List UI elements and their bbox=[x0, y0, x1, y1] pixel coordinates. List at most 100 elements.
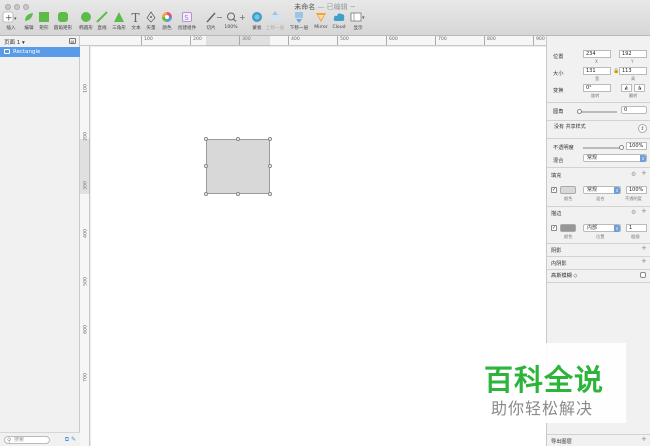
fill-blend-select[interactable]: 常规 ⇕ bbox=[583, 186, 621, 194]
layers-panel: 页面 1 ▾ ▤ Rectangle ⚲ 搜索 ⧉ ✎ bbox=[0, 36, 80, 446]
watermark: 百科全说 助你轻松解决 bbox=[470, 343, 626, 423]
ruler-selection-highlight bbox=[206, 36, 270, 46]
flip-label: 翻转 bbox=[629, 93, 638, 98]
view-menu-button[interactable]: ▾ 显示 bbox=[347, 11, 369, 33]
add-inner-shadow-plus-icon[interactable]: + bbox=[641, 257, 647, 265]
rounded-rectangle-icon bbox=[58, 12, 68, 22]
chevron-down-icon: ⇕ bbox=[640, 155, 646, 162]
add-fill-plus-icon[interactable]: + bbox=[641, 169, 647, 177]
divider bbox=[547, 102, 650, 103]
ruler-tick: 900 bbox=[533, 36, 545, 45]
border-thickness-field[interactable]: 1 bbox=[626, 224, 647, 232]
document-name: 未命名 bbox=[294, 3, 316, 11]
opacity-field[interactable]: 100% bbox=[626, 142, 647, 150]
divider bbox=[547, 282, 650, 283]
watermark-subtitle: 助你轻松解决 bbox=[491, 399, 594, 418]
mask-icon bbox=[252, 12, 262, 22]
blend-mode-select[interactable]: 常规 ⇕ bbox=[583, 154, 647, 162]
fill-color-swatch[interactable] bbox=[560, 186, 576, 194]
ruler-tick: 500 bbox=[337, 36, 349, 45]
page-selector[interactable]: 页面 1 ▾ bbox=[4, 38, 25, 46]
divider bbox=[547, 120, 650, 121]
ruler-tick: 800 bbox=[484, 36, 496, 45]
resize-handle[interactable] bbox=[236, 192, 240, 196]
export-layers-label: 导出图层 bbox=[551, 439, 572, 445]
add-export-plus-icon[interactable]: + bbox=[641, 435, 647, 443]
move-up-icon bbox=[271, 11, 279, 21]
x-position-field[interactable]: 234 bbox=[583, 50, 611, 58]
rectangle-icon bbox=[39, 12, 49, 22]
opacity-knob[interactable] bbox=[619, 144, 624, 150]
move-up-button[interactable]: 上移一层 bbox=[263, 11, 287, 33]
fill-settings-gear-icon[interactable]: ⚙ bbox=[631, 171, 636, 178]
divider bbox=[547, 138, 650, 139]
shared-style-arrows-icon: ⇕ bbox=[638, 124, 647, 133]
border-position-select[interactable]: 内部 ⇕ bbox=[583, 224, 621, 232]
shadow-section-title: 阴影 bbox=[551, 248, 562, 254]
y-position-field[interactable]: 192 bbox=[619, 50, 647, 58]
position-label: 位置 bbox=[553, 54, 564, 60]
corner-radius-slider[interactable] bbox=[577, 111, 617, 113]
height-field[interactable]: 113 bbox=[619, 67, 647, 75]
fill-enabled-checkbox[interactable]: ✓ bbox=[551, 187, 557, 193]
resize-handle[interactable] bbox=[204, 137, 208, 141]
layer-filter-input[interactable]: ⚲ 搜索 bbox=[4, 436, 50, 444]
resize-handle[interactable] bbox=[204, 192, 208, 196]
chevron-down-icon: ⇕ bbox=[614, 187, 620, 194]
divider bbox=[547, 167, 650, 168]
corner-radius-field[interactable]: 0 bbox=[621, 106, 647, 114]
ruler-selection-highlight bbox=[80, 139, 90, 194]
blur-enabled-checkbox[interactable] bbox=[640, 272, 646, 278]
rotate-field[interactable]: 0° bbox=[583, 84, 611, 92]
border-enabled-checkbox[interactable]: ✓ bbox=[551, 225, 557, 231]
svg-text:+: + bbox=[5, 14, 13, 24]
divider bbox=[547, 256, 650, 257]
blur-select[interactable]: 高斯模糊 ◇ bbox=[551, 272, 577, 279]
resize-handle[interactable] bbox=[268, 137, 272, 141]
ruler-tick: 400 bbox=[288, 36, 300, 45]
inner-shadow-section-title: 内阴影 bbox=[551, 261, 567, 267]
svg-text:+: + bbox=[239, 13, 246, 22]
corner-radius-label: 圆角 bbox=[553, 109, 564, 115]
symbol-icon: S bbox=[182, 12, 192, 22]
ruler-tick: 700 bbox=[435, 36, 447, 45]
move-down-button[interactable]: 下移一层 bbox=[287, 11, 311, 33]
divider bbox=[547, 206, 650, 207]
view-icon: ▾ bbox=[350, 12, 365, 22]
fill-mode-label: 混合 bbox=[596, 196, 605, 201]
resize-handle[interactable] bbox=[204, 164, 208, 168]
fill-mode-value: 常规 bbox=[587, 187, 598, 193]
resize-handle[interactable] bbox=[268, 164, 272, 168]
fill-opacity-field[interactable]: 100% bbox=[626, 186, 647, 194]
add-shadow-plus-icon[interactable]: + bbox=[641, 244, 647, 252]
move-down-icon bbox=[295, 12, 303, 23]
corner-radius-knob[interactable] bbox=[577, 109, 582, 114]
fill-section-title: 填充 bbox=[551, 173, 562, 179]
svg-text:▾: ▾ bbox=[362, 15, 365, 21]
opacity-slider[interactable] bbox=[583, 147, 623, 149]
flip-horizontal-icon[interactable]: ◭ bbox=[621, 84, 632, 92]
title-bar: 未命名 — 已编辑 ~ + ▾ 插入 编辑 矩形 圆角矩形 椭圆形 直线 三角形 … bbox=[0, 0, 650, 36]
ruler-tick: 200 bbox=[190, 36, 202, 45]
zoom-control[interactable]: − + 100% bbox=[216, 11, 246, 33]
border-thickness-label: 粗细 bbox=[631, 234, 640, 239]
flip-vertical-icon[interactable]: ◮ bbox=[634, 84, 645, 92]
layer-row-rectangle[interactable]: Rectangle bbox=[0, 47, 80, 57]
border-color-swatch[interactable] bbox=[560, 224, 576, 232]
rectangle-shape[interactable] bbox=[206, 139, 270, 194]
shared-style-select[interactable]: 没有 共享样式 ⇕ bbox=[551, 124, 647, 133]
line-icon bbox=[96, 11, 108, 23]
border-settings-gear-icon[interactable]: ⚙ bbox=[631, 209, 636, 216]
add-border-plus-icon[interactable]: + bbox=[641, 207, 647, 215]
shared-style-value: 没有 共享样式 bbox=[554, 124, 586, 130]
layer-actions-icon[interactable]: ⧉ ✎ bbox=[65, 436, 76, 444]
vertical-ruler: 100 200 300 400 500 600 700 bbox=[80, 46, 90, 446]
resize-handle[interactable] bbox=[268, 192, 272, 196]
create-symbol-button[interactable]: S 创建组件 bbox=[175, 11, 199, 33]
height-label: 高 bbox=[631, 76, 636, 81]
resize-handle[interactable] bbox=[236, 137, 240, 141]
rounded-rectangle-tool-button[interactable]: 圆角矩形 bbox=[52, 11, 74, 33]
width-field[interactable]: 131 bbox=[583, 67, 611, 75]
add-page-icon[interactable]: ▤ bbox=[69, 38, 76, 44]
search-icon: ⚲ bbox=[7, 437, 12, 444]
